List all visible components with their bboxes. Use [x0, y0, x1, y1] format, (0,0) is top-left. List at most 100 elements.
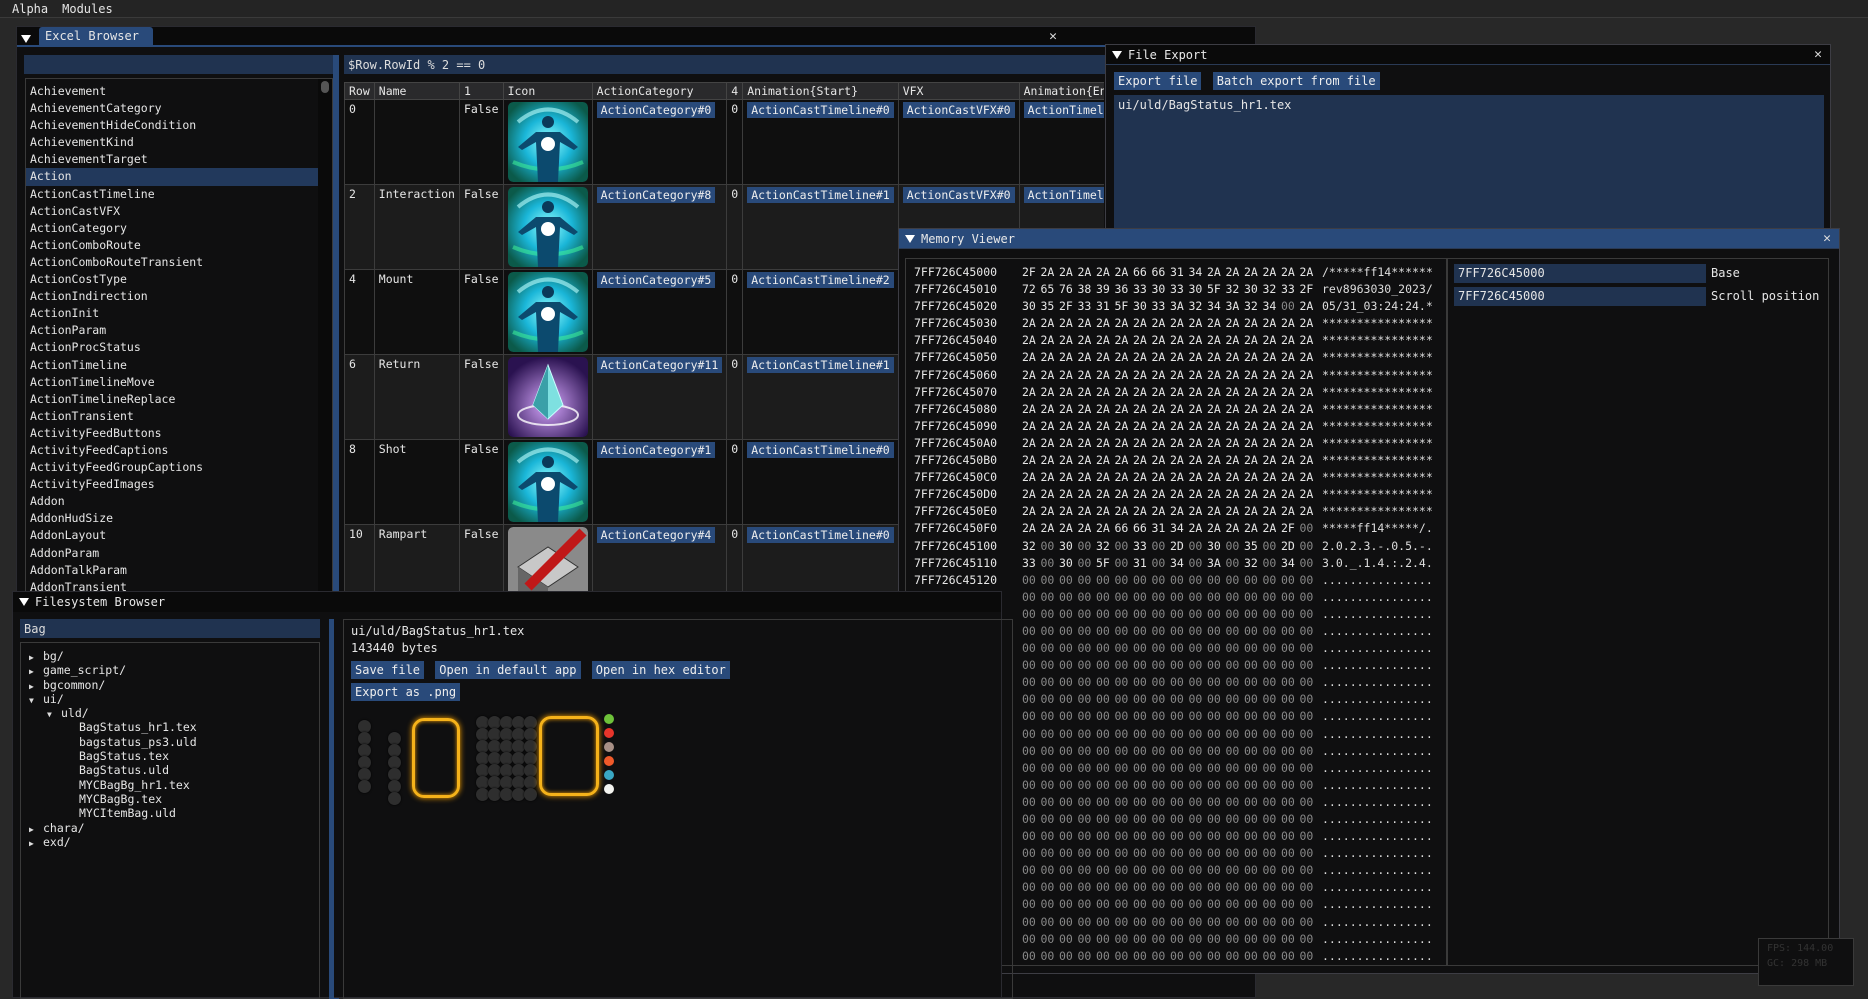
hex-byte[interactable]: 00 [1300, 520, 1319, 537]
anim-start-link[interactable]: ActionCastTimeline#1 [747, 357, 894, 373]
hex-byte[interactable]: 00 [1244, 691, 1263, 708]
hex-byte[interactable]: 00 [1281, 726, 1300, 743]
hex-byte[interactable]: 2A [1300, 315, 1319, 332]
hex-byte[interactable]: 00 [1096, 708, 1115, 725]
hex-byte[interactable]: 2A [1078, 520, 1097, 537]
hex-byte[interactable]: 00 [1300, 555, 1319, 572]
hex-byte[interactable]: 30 [1152, 281, 1171, 298]
hex-bytes[interactable]: 00 00 00 00 00 00 00 00 00 00 00 00 00 00 00 00 [1022, 657, 1322, 674]
hex-byte[interactable]: 2A [1300, 384, 1319, 401]
hex-byte[interactable]: 00 [1022, 828, 1041, 845]
hex-byte[interactable]: 00 [1170, 931, 1189, 948]
hex-byte[interactable]: 00 [1189, 845, 1208, 862]
sheet-list-item[interactable]: ActionCostType [26, 271, 332, 288]
hex-byte[interactable]: 2A [1115, 435, 1134, 452]
hex-byte[interactable]: 2A [1170, 503, 1189, 520]
hex-byte[interactable]: 00 [1115, 828, 1134, 845]
hex-byte[interactable]: 00 [1244, 879, 1263, 896]
hex-byte[interactable]: 00 [1281, 674, 1300, 691]
filesystem-search-input[interactable] [20, 619, 320, 638]
hex-byte[interactable]: 00 [1078, 794, 1097, 811]
hex-byte[interactable]: 2A [1226, 332, 1245, 349]
hex-byte[interactable]: 00 [1078, 640, 1097, 657]
hex-byte[interactable]: 2A [1244, 401, 1263, 418]
sheet-search-input[interactable] [24, 55, 339, 74]
hex-byte[interactable]: 2A [1281, 469, 1300, 486]
menu-modules[interactable]: Modules [62, 2, 113, 16]
hex-byte[interactable]: 2A [1170, 332, 1189, 349]
hex-byte[interactable]: 00 [1133, 743, 1152, 760]
hex-bytes[interactable]: 00 00 00 00 00 00 00 00 00 00 00 00 00 00 00 00 [1022, 589, 1322, 606]
hex-byte[interactable]: 00 [1041, 606, 1060, 623]
hex-byte[interactable]: 00 [1244, 862, 1263, 879]
hex-byte[interactable]: 2A [1244, 486, 1263, 503]
hex-byte[interactable]: 2A [1226, 469, 1245, 486]
hex-byte[interactable]: 00 [1041, 640, 1060, 657]
hex-byte[interactable]: 2A [1152, 418, 1171, 435]
hex-byte[interactable]: 00 [1170, 691, 1189, 708]
hex-byte[interactable]: 00 [1115, 879, 1134, 896]
hex-byte[interactable]: 00 [1059, 589, 1078, 606]
hex-byte[interactable]: 00 [1170, 862, 1189, 879]
hex-byte[interactable]: 00 [1078, 572, 1097, 589]
hex-byte[interactable]: 00 [1281, 948, 1300, 965]
hex-bytes[interactable]: 33 00 30 00 5F 00 31 00 34 00 3A 00 32 00 34 00 [1022, 555, 1322, 572]
hex-byte[interactable]: 00 [1226, 657, 1245, 674]
hex-byte[interactable]: 2A [1263, 418, 1282, 435]
hex-byte[interactable]: 2A [1263, 435, 1282, 452]
hex-byte[interactable]: 2A [1078, 452, 1097, 469]
sheet-list-item[interactable]: ActionTimeline [26, 357, 332, 374]
hex-byte[interactable]: 2A [1244, 384, 1263, 401]
hex-byte[interactable]: 00 [1115, 948, 1134, 965]
hex-byte[interactable]: 00 [1078, 914, 1097, 931]
hex-byte[interactable]: 00 [1078, 606, 1097, 623]
sheet-list-item[interactable]: ActionTimelineReplace [26, 391, 332, 408]
hex-byte[interactable]: 00 [1189, 726, 1208, 743]
hex-byte[interactable]: 00 [1300, 794, 1319, 811]
sheet-list-item[interactable]: ActivityFeedGroupCaptions [26, 459, 332, 476]
hex-byte[interactable]: 2A [1152, 401, 1171, 418]
hex-byte[interactable]: 00 [1300, 589, 1319, 606]
hex-byte[interactable]: 00 [1022, 589, 1041, 606]
hex-byte[interactable]: 00 [1170, 896, 1189, 913]
hex-byte[interactable]: 00 [1189, 914, 1208, 931]
hex-byte[interactable]: 2A [1189, 367, 1208, 384]
hex-byte[interactable]: 30 [1244, 281, 1263, 298]
hex-byte[interactable]: 00 [1059, 760, 1078, 777]
hex-byte[interactable]: 2A [1244, 315, 1263, 332]
hex-byte[interactable]: 30 [1059, 538, 1078, 555]
hex-byte[interactable]: 00 [1189, 572, 1208, 589]
hex-byte[interactable]: 00 [1133, 914, 1152, 931]
hex-byte[interactable]: 00 [1189, 589, 1208, 606]
hex-byte[interactable]: 2A [1096, 367, 1115, 384]
hex-byte[interactable]: 2A [1207, 332, 1226, 349]
hex-byte[interactable]: 31 [1152, 520, 1171, 537]
hex-byte[interactable]: 00 [1244, 640, 1263, 657]
sheet-list-item[interactable]: ActivityFeedCaptions [26, 442, 332, 459]
hex-byte[interactable]: 00 [1226, 555, 1245, 572]
hex-byte[interactable]: 2A [1170, 349, 1189, 366]
hex-byte[interactable]: 2A [1059, 315, 1078, 332]
anim-end-link[interactable]: ActionTimeline#0 [1023, 102, 1104, 118]
hex-bytes[interactable]: 2A 2A 2A 2A 2A 2A 2A 2A 2A 2A 2A 2A 2A 2A 2A 2A [1022, 332, 1322, 349]
hex-byte[interactable]: 00 [1078, 657, 1097, 674]
hex-byte[interactable]: 00 [1096, 691, 1115, 708]
hex-byte[interactable]: 00 [1244, 760, 1263, 777]
hex-byte[interactable]: 2A [1207, 520, 1226, 537]
hex-byte[interactable]: 00 [1263, 606, 1282, 623]
sheet-list-item[interactable]: Addon [26, 493, 332, 510]
hex-byte[interactable]: 2A [1281, 401, 1300, 418]
close-icon[interactable]: ✕ [1823, 231, 1831, 246]
hex-byte[interactable]: 00 [1226, 743, 1245, 760]
hex-bytes[interactable]: 2A 2A 2A 2A 2A 2A 2A 2A 2A 2A 2A 2A 2A 2A 2A 2A [1022, 435, 1322, 452]
hex-byte[interactable]: 2A [1281, 435, 1300, 452]
hex-byte[interactable]: 00 [1022, 879, 1041, 896]
tree-node[interactable]: BagStatus.uld [21, 763, 319, 777]
hex-byte[interactable]: 2A [1133, 367, 1152, 384]
hex-byte[interactable]: 00 [1096, 726, 1115, 743]
hex-byte[interactable]: 2A [1170, 418, 1189, 435]
hex-byte[interactable]: 2A [1078, 264, 1097, 281]
hex-byte[interactable]: 00 [1263, 743, 1282, 760]
hex-byte[interactable]: 00 [1133, 896, 1152, 913]
hex-byte[interactable]: 00 [1022, 691, 1041, 708]
